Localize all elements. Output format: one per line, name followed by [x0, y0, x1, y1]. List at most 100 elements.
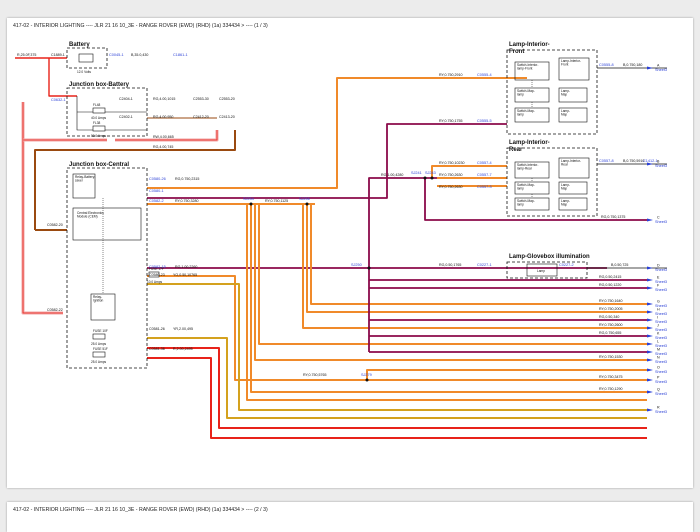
wire-w25: RY,0.750,5765	[303, 373, 326, 377]
sheet-letter: B	[657, 160, 660, 164]
wire-w6: RG,4.00,745	[153, 145, 173, 149]
sheet-arrow-icon[interactable]	[647, 334, 653, 338]
sheet-arrow-icon[interactable]	[647, 278, 653, 282]
wire-jbb-int	[76, 96, 147, 131]
battery-rating: 12.0 Volts	[77, 70, 91, 74]
lamp-map4-label: Lamp-Map	[561, 199, 570, 207]
relay-battery-saver-label: Relay-Battery-saver	[75, 175, 95, 183]
sheet-arrow-icon[interactable]	[647, 408, 653, 412]
battery-title: Battery	[69, 42, 90, 48]
wire-w22: RG,0.750,1375	[601, 215, 625, 219]
sheet-link[interactable]: Sheet3	[655, 288, 667, 292]
wire-w26: RG,0.50,2415	[599, 275, 621, 279]
sheet-arrow-icon[interactable]	[647, 350, 653, 354]
sheet-letter: O	[657, 366, 660, 370]
conn-c4: C0632-1	[51, 98, 66, 102]
sheet-link[interactable]: Sheet3	[655, 392, 667, 396]
sheet-link[interactable]: Sheet3	[655, 164, 667, 168]
wire-w16: B,0.750,180	[623, 63, 642, 67]
sheet-letter: A	[657, 64, 660, 68]
sheet-letter: K	[657, 332, 660, 336]
conn-c19: C0557-4	[477, 161, 492, 165]
conn-c14: C0582-20	[47, 223, 63, 227]
wire-w12: YR,2.00,495	[173, 327, 193, 331]
lamp-front-title: Lamp-Interior-Front	[509, 42, 550, 55]
sw-map3-label: Switch-Map-lamp	[517, 183, 535, 191]
conn-c13: C0581-36	[149, 347, 165, 351]
wire-w17: RG,1.00,4280	[381, 173, 403, 177]
conn-c5: C2404-1	[119, 97, 133, 101]
wire-batt-pink-loop	[48, 58, 77, 97]
sheet-link[interactable]: Sheet3	[655, 360, 667, 364]
lamp-rear-inner-label: Lamp-Interior-Rear	[561, 159, 581, 167]
fuse-48-label: FL48	[93, 103, 100, 107]
wire-w19: RY,0.750,2630	[439, 173, 462, 177]
sheet-letter: N	[657, 356, 660, 360]
sw-map1-label: Switch-Map-lamp	[517, 89, 535, 97]
fuse-51f-label: FUSE 51F	[93, 347, 108, 351]
splice-s2: SJ256	[299, 197, 310, 201]
sheet-letter: J	[657, 324, 659, 328]
wire-w5: RW,4.00,665	[153, 135, 174, 139]
wire-w4: RG,4.00,950	[153, 115, 173, 119]
sheet-link[interactable]: Sheet3	[655, 380, 667, 384]
sheet-arrow-icon[interactable]	[647, 342, 653, 346]
fuse-10f	[92, 333, 106, 340]
conn-c10: C0582-15	[149, 265, 166, 269]
wire-w14: RY,0.750,2910	[439, 73, 462, 77]
fuse-38	[92, 125, 106, 132]
wiring-diagram: Battery Junction box-Battery Junction bo…	[15, 42, 667, 439]
jbox-battery-title: Junction box-Battery	[69, 82, 130, 88]
conn-c24: C0227-1	[477, 263, 492, 267]
sheet-letter: L	[657, 340, 659, 344]
fuse-38-label: FL38	[93, 121, 100, 125]
sheet-arrow-icon[interactable]	[647, 318, 653, 322]
wire-w3: RG,4.00,1015	[153, 97, 175, 101]
wire-w34: RY,0.750,3475	[599, 375, 622, 379]
sheet-letter: D	[657, 264, 660, 268]
sheet-arrow-icon[interactable]	[647, 390, 653, 394]
wire-w23: RG,0.50,1765	[439, 263, 461, 267]
sheet-arrow-icon[interactable]	[647, 218, 653, 222]
fuse-38-rating: 50.0 Amps	[91, 134, 106, 138]
sheet-arrow-icon[interactable]	[647, 286, 653, 290]
sheet-link[interactable]: Sheet3	[655, 220, 667, 224]
lamp-map3-label: Lamp-Map	[561, 183, 570, 191]
sheet-link[interactable]: Sheet3	[655, 370, 667, 374]
fuse-51f-rating: 25.0 Amps	[91, 360, 106, 364]
sheet-link[interactable]: Sheet3	[655, 268, 667, 272]
sheet-arrow-icon[interactable]	[647, 368, 653, 372]
conn-c15: C0582-22	[47, 308, 63, 312]
lamp-glovebox-box	[506, 261, 588, 279]
lamp-map1-label: Lamp-Map	[561, 89, 570, 97]
conn-c20: C0557-7	[477, 173, 492, 177]
fuse-17f-rating: 10.0 Amps	[147, 280, 162, 284]
splice-s3: SJ243	[425, 171, 436, 175]
sheet-arrow-icon[interactable]	[647, 378, 653, 382]
sheet-link[interactable]: Sheet3	[655, 410, 667, 414]
wire-w32: RG,0.750,655	[599, 331, 621, 335]
wire-w35: RY,0.750,1290	[599, 387, 622, 391]
sheet-arrow-icon[interactable]	[647, 66, 653, 70]
sheet-arrow-icon[interactable]	[647, 358, 653, 362]
lamp-rear-title: Lamp-Interior-Rear	[509, 140, 550, 153]
sheet-arrow-icon[interactable]	[647, 302, 653, 306]
wire-w8: RY,0.750,3280	[175, 199, 198, 203]
sheet-letter: I	[657, 316, 658, 320]
sheet-arrow-icon[interactable]	[647, 266, 653, 270]
sheet-letter: H	[657, 308, 660, 312]
wire-w15: RY,0.750,1755	[439, 119, 462, 123]
sw-rear-label: Switch-Interior-lamp-Rear	[517, 163, 538, 171]
conn-c18: C0555-8	[599, 63, 614, 67]
sheet-link[interactable]: Sheet3	[655, 68, 667, 72]
fuse-10f-rating: 25.0 Amps	[91, 342, 106, 346]
fuse-48	[92, 107, 106, 114]
sw-map2-label: Switch-Map-lamp	[517, 109, 535, 117]
conn-c17: C0555-5	[477, 119, 492, 123]
sheet-arrow-icon[interactable]	[647, 310, 653, 314]
sheet-letter: G	[657, 300, 660, 304]
sheet-arrow-icon[interactable]	[647, 326, 653, 330]
wire-w10: RG,1.00,2260	[175, 265, 197, 269]
wire-w2: B,35.0,430	[131, 53, 148, 57]
lamp-front-inner-label: Lamp-Interior-Front	[561, 59, 581, 67]
